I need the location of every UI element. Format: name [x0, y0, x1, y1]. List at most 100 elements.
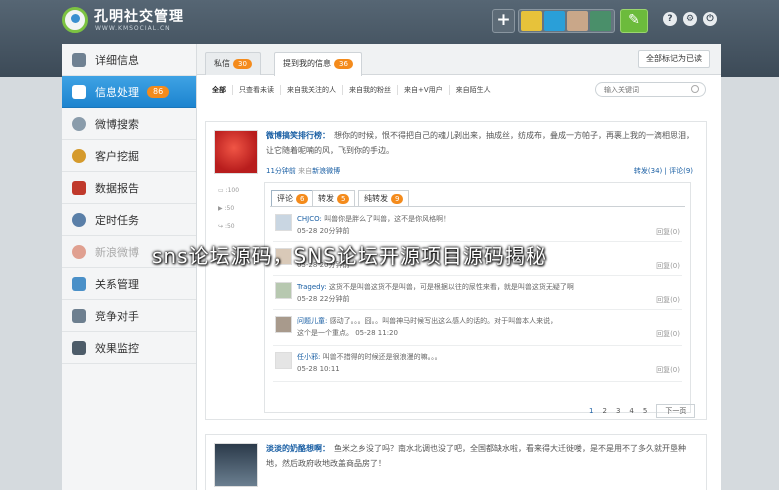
comment-time: 05-28 22分钟前	[297, 295, 350, 303]
next-page-button[interactable]: 下一页	[656, 404, 696, 418]
comment-panel: 评论 6 转发 5 纯转发 9 CHJCO: 叫兽你是胖么了叫兽，这不是你风格啊！ 05…	[264, 182, 696, 418]
filter-fans[interactable]: 来自我的粉丝	[342, 85, 397, 95]
reply-link[interactable]: 回复(0)	[656, 365, 680, 375]
filter-all[interactable]: 全部	[210, 85, 232, 95]
page-link[interactable]: 1	[589, 407, 593, 415]
reply-link[interactable]: 回复(0)	[656, 329, 680, 339]
page-link[interactable]: 4	[629, 407, 633, 415]
comment-avatar[interactable]	[275, 316, 292, 333]
help-icon[interactable]: ?	[663, 12, 677, 26]
sidebar-item-label: 信息处理	[95, 85, 139, 99]
sidebar-item-label: 数据报告	[95, 181, 139, 195]
account-switcher[interactable]	[518, 9, 615, 33]
sidebar-item-label: 客户挖掘	[95, 149, 139, 163]
reply-op[interactable]: ▭ :100	[218, 187, 248, 194]
sidebar-item-label: 微博搜索	[95, 117, 139, 131]
logo-icon	[62, 7, 88, 33]
comment-time: 05-28 20分钟前	[297, 227, 350, 235]
tab-label: 提到我的信息	[283, 59, 331, 68]
post-content: 淡淡的奶酪想啊： 鱼米之乡没了吗？南水北调也没了吧，全国都缺水啦，看来得大迁徙喽，…	[266, 441, 696, 471]
post-source[interactable]: 新浪微博	[312, 167, 340, 175]
comment-item: Tragedy: 这货不是叫兽这货不是叫兽，可是根据以往的尿性来看，就是叫兽这货…	[273, 276, 682, 310]
post-card: 微博搞笑排行榜： 想你的时候，恨不得把自己的魂儿剥出来，抽成丝，纺成布，叠成一方帕…	[205, 121, 707, 420]
comment-tab[interactable]: 评论 6	[271, 190, 315, 206]
forward-op[interactable]: ▶ :50	[218, 205, 248, 212]
sidebar-item-search[interactable]: 微博搜索	[62, 108, 196, 140]
sidebar-item-relations[interactable]: 关系管理	[62, 268, 196, 300]
tab-label: 纯转发	[364, 194, 388, 203]
comment-body: 叫兽不措得的时候还是很浪漫的嘛。。。	[322, 353, 442, 361]
add-account-button[interactable]: +	[492, 9, 515, 33]
comment-author[interactable]: 问题儿童:	[297, 317, 327, 325]
users-icon	[72, 276, 86, 291]
settings-icon[interactable]: ⚙	[683, 12, 697, 26]
account-avatar-4[interactable]	[590, 11, 611, 31]
sidebar-item-competitors[interactable]: 竞争对手	[62, 300, 196, 332]
pagination: 1 2 3 4 5 下一页	[589, 404, 704, 418]
tab-private-messages[interactable]: 私信 30	[205, 52, 261, 75]
search-input[interactable]	[595, 82, 706, 97]
weibo-icon	[72, 244, 86, 259]
filter-unread[interactable]: 只查看未读	[232, 85, 280, 95]
reply-link[interactable]: 回复(0)	[656, 227, 680, 237]
comment-time: 05-28 10:11	[297, 365, 340, 373]
op-value: :100	[225, 187, 240, 194]
post-author[interactable]: 淡淡的奶酪想啊：	[266, 444, 330, 453]
page-link[interactable]: 5	[643, 407, 647, 415]
comment-author[interactable]: 任小邪:	[297, 353, 320, 361]
account-avatar-3[interactable]	[567, 11, 588, 31]
post-avatar[interactable]	[214, 130, 258, 174]
tab-count-badge: 6	[296, 194, 309, 204]
post-time[interactable]: 11分钟前	[266, 167, 296, 175]
reply-link[interactable]: 回复(0)	[656, 295, 680, 305]
sidebar-item-label: 竞争对手	[95, 309, 139, 323]
sidebar-item-monitoring[interactable]: 效果监控	[62, 332, 196, 364]
sidebar-item-messages[interactable]: 信息处理 86	[62, 76, 196, 108]
tab-mentions[interactable]: 提到我的信息 36	[274, 52, 362, 76]
comment-author[interactable]: Tragedy:	[297, 283, 327, 291]
comment-item: 任小邪: 叫兽不措得的时候还是很浪漫的嘛。。。 05-28 10:11 回复(0)	[273, 346, 682, 382]
list-icon	[72, 52, 86, 67]
sidebar-item-scheduled[interactable]: 定时任务	[62, 204, 196, 236]
pure-forward-tab[interactable]: 纯转发 9	[358, 190, 410, 206]
comment-text: CHJCO: 叫兽你是胖么了叫兽，这不是你风格啊！ 05-28 20分钟前	[297, 213, 450, 237]
overlay-caption: sns论坛源码，SNS论坛开源项目源码揭秘	[152, 244, 547, 268]
tab-label: 评论	[277, 194, 293, 203]
page-link[interactable]: 3	[616, 407, 620, 415]
comment-avatar[interactable]	[275, 352, 292, 369]
filter-bar: 全部 只查看未读 来自我关注的人 来自我的粉丝 来自+V用户 来自陌生人	[210, 85, 497, 95]
post-stats[interactable]: 转发(34) | 评论(9)	[634, 166, 693, 176]
account-avatar-1[interactable]	[521, 11, 542, 31]
comment-avatar[interactable]	[275, 214, 292, 231]
reply-link[interactable]: 回复(0)	[656, 261, 680, 271]
forward-tab[interactable]: 转发 5	[312, 190, 356, 206]
comment-item: 问题儿童: 感动了。。。囧。。叫兽神马时候写出这么感人的话的。对于叫兽本人来说，…	[273, 310, 682, 346]
comment-text: 任小邪: 叫兽不措得的时候还是很浪漫的嘛。。。 05-28 10:11	[297, 351, 442, 375]
comment-author[interactable]: CHJCO:	[297, 215, 322, 223]
tab-bar: 私信 30 提到我的信息 36 全部标记为已读	[197, 44, 721, 76]
page-link[interactable]: 2	[602, 407, 606, 415]
share-op[interactable]: ↪ :50	[218, 223, 248, 230]
op-value: :50	[224, 223, 235, 230]
mark-all-read-button[interactable]: 全部标记为已读	[638, 50, 710, 68]
filter-following[interactable]: 来自我关注的人	[280, 85, 342, 95]
post-author[interactable]: 微博搞笑排行榜：	[266, 131, 330, 140]
search-icon[interactable]	[691, 85, 699, 93]
sidebar-item-details[interactable]: 详细信息	[62, 44, 196, 76]
filter-verified[interactable]: 来自+V用户	[397, 85, 449, 95]
account-avatar-youku[interactable]	[544, 11, 565, 31]
post-text: 想你的时候，恨不得把自己的魂儿剥出来，抽成丝，纺成布，叠成一方帕子，再裹上我的一…	[266, 131, 694, 155]
comment-avatar[interactable]	[275, 282, 292, 299]
compose-button[interactable]: ✎	[620, 9, 648, 33]
bar-chart-icon	[72, 180, 86, 195]
sidebar-item-reports[interactable]: 数据报告	[62, 172, 196, 204]
filter-strangers[interactable]: 来自陌生人	[448, 85, 497, 95]
magnifier-icon	[72, 116, 86, 131]
logout-icon[interactable]: ⏻	[703, 12, 717, 26]
post-avatar[interactable]	[214, 443, 258, 487]
sidebar-item-customers[interactable]: 客户挖掘	[62, 140, 196, 172]
comment-body: 这货不是叫兽这货不是叫兽，可是根据以往的尿性来看，就是叫兽这货无疑了啊	[328, 283, 574, 291]
post-from: 来自	[298, 167, 313, 175]
clock-icon	[72, 212, 86, 227]
divider	[270, 206, 685, 207]
